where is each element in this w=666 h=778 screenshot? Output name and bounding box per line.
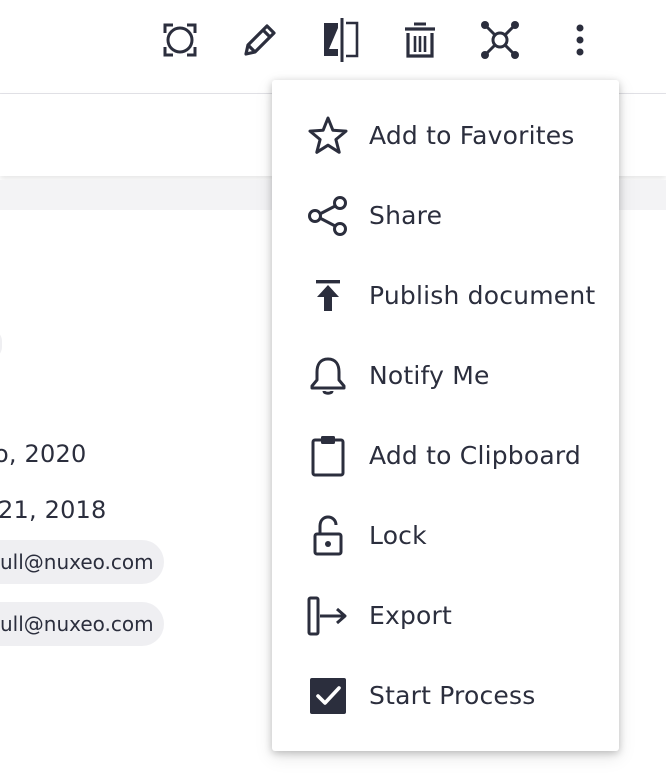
menu-item-label: Export [369, 601, 453, 630]
user-chip-author[interactable]: ull@nuxeo.com [0, 602, 164, 646]
menu-item-lock[interactable]: Lock [272, 496, 619, 576]
compare-button[interactable] [318, 18, 362, 62]
menu-item-label: Notify Me [369, 361, 490, 390]
export-icon [306, 594, 350, 638]
share-icon [306, 194, 350, 238]
last-modified-value: o, 2020 [0, 440, 87, 468]
focus-frame-button[interactable] [158, 18, 202, 62]
bell-icon [306, 354, 350, 398]
more-actions-menu: Add to Favorites Share Publish document … [272, 80, 619, 751]
menu-item-publish-document[interactable]: Publish document [272, 256, 619, 336]
compare-icon [324, 18, 359, 62]
edit-pencil-icon [244, 24, 276, 56]
document-view: o, 2020 21, 2018 ull@nuxeo.com ull@nuxeo… [0, 0, 666, 778]
delete-trash-icon [405, 22, 435, 58]
created-value: 21, 2018 [0, 496, 107, 524]
menu-item-label: Lock [369, 521, 427, 550]
checkbox-checked-icon [306, 674, 350, 718]
menu-item-add-to-clipboard[interactable]: Add to Clipboard [272, 416, 619, 496]
publish-upload-icon [306, 274, 350, 318]
delete-button[interactable] [398, 18, 442, 62]
menu-item-label: Add to Favorites [369, 121, 575, 150]
workflow-button[interactable] [478, 18, 522, 62]
menu-item-add-to-favorites[interactable]: Add to Favorites [272, 96, 619, 176]
menu-item-share[interactable]: Share [272, 176, 619, 256]
user-chip-email: ull@nuxeo.com [0, 612, 154, 636]
menu-item-label: Share [369, 201, 443, 230]
unlocked-padlock-icon [306, 514, 350, 558]
menu-item-label: Add to Clipboard [369, 441, 582, 470]
menu-item-notify-me[interactable]: Notify Me [272, 336, 619, 416]
user-chip-email: ull@nuxeo.com [0, 550, 154, 574]
clipboard-icon [306, 434, 350, 478]
edit-button[interactable] [238, 18, 282, 62]
menu-item-label: Publish document [369, 281, 596, 310]
focus-frame-icon [163, 23, 197, 57]
more-actions-button[interactable] [558, 18, 602, 62]
workflow-graph-icon [481, 21, 519, 59]
user-chip-last-contributor[interactable]: ull@nuxeo.com [0, 540, 164, 584]
menu-item-start-process[interactable]: Start Process [272, 656, 619, 736]
more-vertical-icon [576, 24, 584, 56]
menu-item-export[interactable]: Export [272, 576, 619, 656]
star-icon [306, 114, 350, 158]
menu-item-label: Start Process [369, 681, 536, 710]
